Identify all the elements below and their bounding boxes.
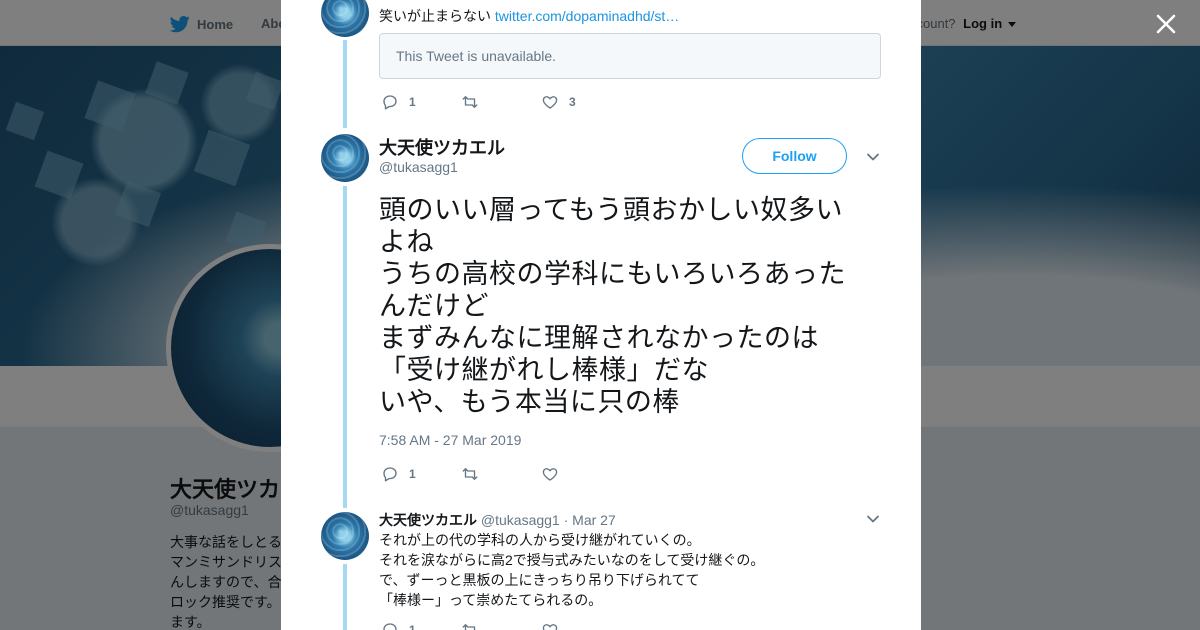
thread-line [343,186,347,508]
tweet-text-line: まずみんなに理解されなかったのは [379,323,819,353]
heart-icon [542,468,558,481]
main-tweet-actions: 1 [381,464,621,484]
heart-icon [542,96,558,109]
chevron-down-icon[interactable] [866,512,880,526]
like-button[interactable]: 3 [541,93,621,111]
tweet-text-line: うちの高校の学科にもいろいろあった [379,259,846,289]
reply-icon [383,95,397,110]
reply-button[interactable]: 1 [381,93,461,111]
tweet-modal: 笑いが止まらない twitter.com/dopaminadhd/st… Thi… [281,0,921,630]
parent-tweet-text: 笑いが止まらない twitter.com/dopaminadhd/st… [379,6,679,26]
reply-count: 1 [409,95,416,109]
reply-tweet-date[interactable]: Mar 27 [572,512,616,528]
parent-tweet-body: 笑いが止まらない [379,8,495,24]
main-tweet-author-handle[interactable]: @tukasagg1 [379,159,458,175]
tweet-text-line: 「棒様ー」って崇めたてられるの。 [379,592,603,608]
tweet-timestamp[interactable]: 7:58 AM - 27 Mar 2019 [379,432,521,448]
tweet-text-line: 「受け継がれし棒様」だな [379,355,709,385]
follow-button[interactable]: Follow [742,138,847,174]
thread-line [343,40,347,128]
separator-dot: · [559,512,573,528]
retweet-icon [462,96,478,108]
retweet-icon [462,468,478,480]
like-button[interactable] [541,465,621,483]
tweet-text-line: それを涙ながらに高2で授与式みたいなのをして受け継ぐの。 [379,552,765,568]
chevron-down-icon[interactable] [866,150,880,164]
reply-button[interactable]: 1 [381,465,461,483]
retweet-button[interactable] [461,621,541,630]
reply-tweet-author-handle[interactable]: @tukasagg1 [481,512,560,528]
reply-count: 1 [409,623,416,630]
retweet-icon [462,624,476,630]
reply-tweet-text: それが上の代の学科の人から受け継がれていくの。 それを涙ながらに高2で授与式みた… [379,530,764,610]
main-tweet-author-name[interactable]: 大天使ツカエル [379,134,505,160]
close-icon[interactable] [1154,12,1178,36]
main-tweet-text: 頭のいい層ってもう頭おかしい奴多い よね うちの高校の学科にもいろいろあった ん… [379,194,869,418]
parent-tweet-link[interactable]: twitter.com/dopaminadhd/st… [495,8,679,24]
like-count: 3 [569,95,576,109]
quoted-tweet-unavailable: This Tweet is unavailable. [379,33,881,79]
thread-line [343,564,347,630]
parent-tweet-avatar[interactable] [321,0,369,37]
tweet-text-line: いや、もう本当に只の棒 [379,387,680,417]
heart-icon [542,624,558,630]
tweet-text-line: それが上の代の学科の人から受け継がれていくの。 [379,532,701,548]
main-tweet-avatar[interactable] [321,134,369,182]
parent-tweet-actions: 1 3 [381,92,621,112]
reply-button[interactable]: 1 [381,621,461,630]
retweet-button[interactable] [461,93,541,111]
tweet-text-line: んだけど [379,291,489,321]
reply-count: 1 [409,467,416,481]
reply-tweet-avatar[interactable] [321,512,369,560]
tweet-text-line: で、ずーっと黒板の上にきっちり吊り下げられてて [379,572,700,588]
reply-tweet-actions: 1 [381,620,621,630]
tweet-text-line: よね [379,227,434,257]
like-button[interactable] [541,621,621,630]
reply-icon [383,467,397,482]
retweet-button[interactable] [461,465,541,483]
reply-tweet-header: 大天使ツカエル @tukasagg1 · Mar 27 [379,510,616,530]
reply-tweet-author-name[interactable]: 大天使ツカエル [379,512,477,528]
reply-icon [383,623,397,630]
tweet-text-line: 頭のいい層ってもう頭おかしい奴多い [379,195,843,225]
